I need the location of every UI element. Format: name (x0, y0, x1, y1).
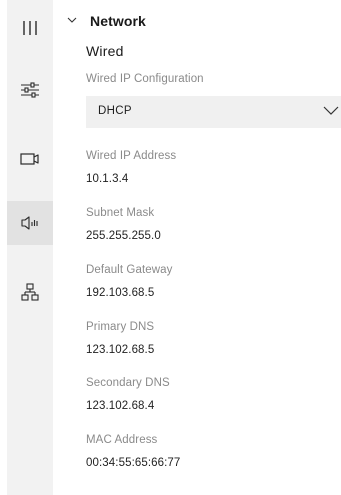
default-gateway-value: 192.103.68.5 (86, 287, 155, 299)
mac-address-value: 00:34:55:65:66:77 (86, 457, 181, 469)
primary-dns-value: 123.102.68.5 (86, 344, 155, 356)
ip-address-label: Wired IP Address (86, 150, 177, 162)
ip-address-value: 10.1.3.4 (86, 173, 129, 185)
menu-bars-icon (23, 21, 37, 35)
ip-config-select[interactable]: DHCP (86, 96, 341, 128)
subnet-mask-value: 255.255.255.0 (86, 230, 161, 242)
section-title: Network (90, 13, 146, 29)
audio-speaker-icon (21, 216, 38, 230)
secondary-dns-value: 123.102.68.4 (86, 400, 155, 412)
menu-toggle-button[interactable] (7, 6, 53, 50)
sliders-icon (21, 82, 39, 98)
network-section-toggle[interactable]: Network (67, 13, 146, 29)
chevron-down-icon (67, 17, 77, 23)
icon-sidebar (7, 0, 53, 495)
sidebar-item-video[interactable] (7, 137, 53, 181)
mac-address-label: MAC Address (86, 434, 158, 446)
chevron-down-icon (323, 106, 339, 115)
sidebar-item-network[interactable] (7, 270, 53, 314)
ip-config-label: Wired IP Configuration (86, 73, 204, 85)
network-settings-panel: Network Wired Wired IP Configuration DHC… (53, 0, 341, 495)
secondary-dns-label: Secondary DNS (86, 377, 170, 389)
primary-dns-label: Primary DNS (86, 321, 155, 333)
sidebar-item-audio[interactable] (7, 201, 53, 245)
subnet-mask-label: Subnet Mask (86, 207, 155, 219)
video-camera-icon (20, 153, 39, 165)
sidebar-item-settings[interactable] (7, 68, 53, 112)
default-gateway-label: Default Gateway (86, 264, 173, 276)
ip-config-value: DHCP (98, 105, 132, 117)
subsection-title: Wired (86, 43, 124, 59)
network-icon (21, 283, 39, 301)
settings-window: Network Wired Wired IP Configuration DHC… (0, 0, 341, 495)
